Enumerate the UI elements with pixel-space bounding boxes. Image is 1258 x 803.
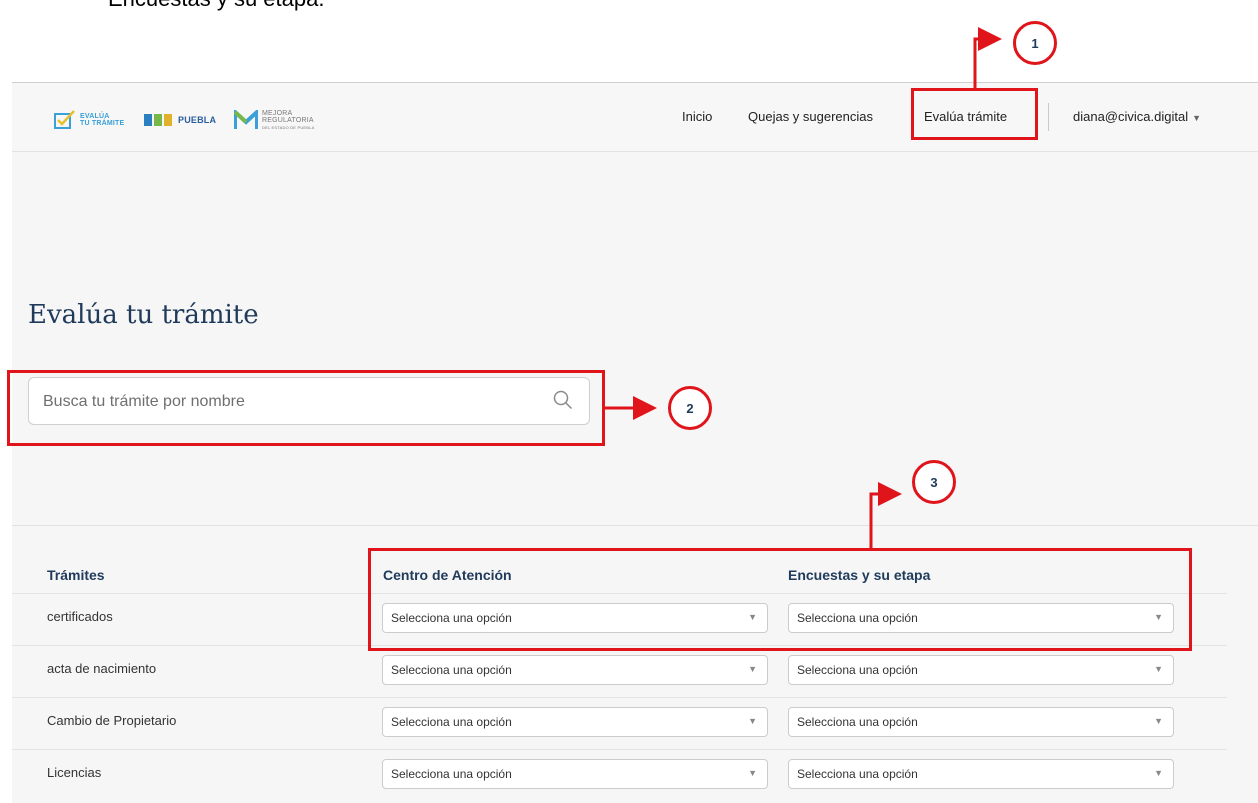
arrow-1	[973, 27, 1002, 88]
annotation-callout-1: 1	[1013, 21, 1057, 65]
arrow-3	[869, 482, 902, 548]
annotation-arrows	[605, 27, 1002, 548]
annotation-callout-3: 3	[912, 460, 956, 504]
annotation-callout-2: 2	[668, 386, 712, 430]
